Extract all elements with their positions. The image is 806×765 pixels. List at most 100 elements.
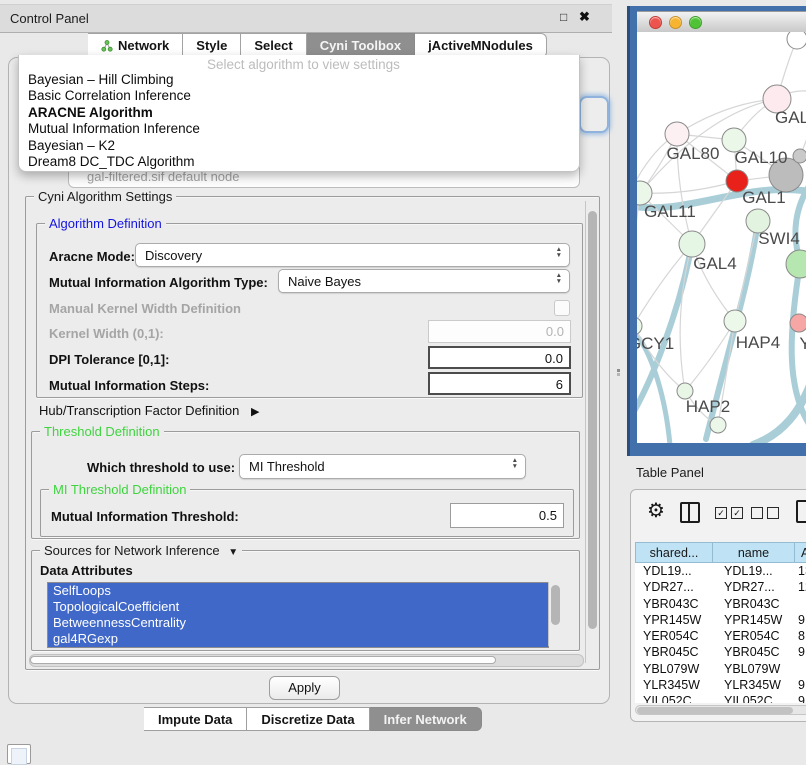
- network-node-hap4[interactable]: [724, 310, 746, 332]
- network-node-gcy1[interactable]: [637, 317, 642, 335]
- table-row[interactable]: YDL19... YDL19... 13: [635, 563, 806, 579]
- cell-value: 9.: [794, 693, 806, 703]
- manual-kernel-checkbox[interactable]: [554, 300, 570, 316]
- collapse-down-icon[interactable]: ▼: [228, 547, 238, 558]
- network-node-gal80[interactable]: [665, 122, 689, 146]
- cyni-bottom-tab[interactable]: Infer Network: [370, 707, 482, 731]
- network-node-label: Y: [799, 334, 806, 353]
- stepper-arrows-icon: ▲▼: [556, 273, 562, 285]
- network-node[interactable]: [787, 32, 806, 49]
- cyni-bottom-tab[interactable]: Impute Data: [144, 707, 247, 731]
- zoom-traffic-light-icon[interactable]: [689, 16, 702, 29]
- table-row[interactable]: YBR045C YBR045C 9.: [635, 644, 806, 660]
- table-row[interactable]: YBR043C YBR043C: [635, 596, 806, 612]
- tab-label: Network: [118, 38, 169, 53]
- cyni-settings-legend: Cyni Algorithm Settings: [34, 189, 176, 204]
- network-node[interactable]: [710, 417, 726, 433]
- network-window-titlebar[interactable]: [637, 11, 806, 34]
- data-attribute-item[interactable]: TopologicalCoefficient: [48, 599, 548, 615]
- column-header[interactable]: shared...: [635, 542, 712, 563]
- threshold-definition-legend: Threshold Definition: [40, 424, 164, 439]
- cell-name: YLR345W: [712, 677, 794, 693]
- algorithm-option[interactable]: ARACNE Algorithm: [19, 105, 579, 121]
- cell-shared-name: YBR043C: [635, 596, 712, 612]
- mi-threshold-field[interactable]: 0.5: [450, 503, 564, 528]
- algorithm-option[interactable]: Bayesian – K2: [19, 138, 579, 154]
- network-edge[interactable]: [735, 221, 758, 321]
- attributes-scrollbar[interactable]: [548, 582, 560, 646]
- cell-value: [794, 596, 806, 612]
- network-edge[interactable]: [637, 193, 640, 326]
- cell-name: YBL079W: [712, 661, 794, 677]
- mi-threshold-legend: MI Threshold Definition: [49, 482, 190, 497]
- gear-icon[interactable]: ⚙: [647, 498, 665, 523]
- table-row[interactable]: YDR27... YDR27... 12: [635, 579, 806, 595]
- table-row[interactable]: YER054C YER054C 8.: [635, 628, 806, 644]
- expand-right-icon[interactable]: ▶: [251, 406, 259, 418]
- focused-field-fragment[interactable]: [579, 96, 609, 133]
- close-icon[interactable]: ✖: [579, 9, 590, 25]
- mi-type-select[interactable]: Naive Bayes ▲▼: [278, 269, 570, 293]
- panel-splitter-grip[interactable]: [615, 367, 621, 377]
- network-node-label: GAL1: [742, 188, 785, 207]
- deselect-all-columns-icon[interactable]: [751, 507, 779, 519]
- cyni-bottom-tab[interactable]: Discretize Data: [247, 707, 369, 731]
- data-attribute-item[interactable]: SelfLoops: [48, 583, 548, 599]
- table-row[interactable]: YBL079W YBL079W: [635, 661, 806, 677]
- data-attribute-item[interactable]: BetweennessCentrality: [48, 615, 548, 631]
- aracne-mode-value: Discovery: [145, 248, 202, 263]
- cell-value: [794, 661, 806, 677]
- network-icon: [101, 40, 113, 52]
- cyni-bottom-tabbar: Impute Data Discretize Data Infer Networ…: [144, 707, 482, 731]
- aracne-mode-label: Aracne Mode:: [49, 249, 135, 264]
- minimize-traffic-light-icon[interactable]: [669, 16, 682, 29]
- bottom-left-panel-icon[interactable]: [7, 744, 31, 764]
- settings-hscrollbar[interactable]: [29, 654, 584, 667]
- network-node-label: GAL11: [644, 202, 696, 221]
- table-toolbar: ⚙ ✓✓: [631, 496, 806, 530]
- cell-shared-name: YER054C: [635, 628, 712, 644]
- close-traffic-light-icon[interactable]: [649, 16, 662, 29]
- float-window-icon[interactable]: □: [560, 10, 567, 24]
- mi-type-value: Naive Bayes: [288, 274, 361, 289]
- column-header[interactable]: A: [794, 542, 806, 563]
- aracne-mode-select[interactable]: Discovery ▲▼: [135, 243, 570, 267]
- sources-legend[interactable]: Sources for Network Inference ▼: [40, 543, 242, 558]
- algorithm-placeholder: Select algorithm to view settings: [207, 57, 400, 72]
- kernel-width-field[interactable]: 0.0: [428, 320, 571, 343]
- algorithm-option[interactable]: Basic Correlation Inference: [19, 88, 579, 104]
- table-row[interactable]: YPR145W YPR145W 9.: [635, 612, 806, 628]
- cyni-algorithm-settings-group: Cyni Algorithm Settings Algorithm Defini…: [25, 196, 600, 670]
- algorithm-option[interactable]: Dream8 DC_TDC Algorithm: [19, 154, 579, 170]
- data-attributes-label: Data Attributes: [40, 563, 133, 578]
- data-attribute-item[interactable]: gal4RGexp: [48, 631, 548, 647]
- cell-name: YER054C: [712, 628, 794, 644]
- algorithm-option[interactable]: Bayesian – Hill Climbing: [19, 72, 579, 88]
- table-row[interactable]: YIL052C YIL052C 9.: [635, 693, 806, 703]
- network-edge[interactable]: [640, 181, 737, 193]
- export-table-icon[interactable]: [796, 500, 806, 523]
- column-header[interactable]: name: [712, 542, 794, 563]
- which-threshold-select[interactable]: MI Threshold ▲▼: [239, 454, 526, 479]
- network-node-label: HAP2: [686, 397, 730, 416]
- hub-definition-toggle[interactable]: Hub/Transcription Factor Definition ▶: [39, 403, 259, 418]
- algorithm-option[interactable]: Mutual Information Inference: [19, 121, 579, 137]
- settings-vscrollbar[interactable]: [585, 201, 598, 663]
- tab-label: Style: [196, 38, 227, 53]
- cell-shared-name: YLR345W: [635, 677, 712, 693]
- select-all-columns-icon[interactable]: ✓✓: [715, 507, 743, 519]
- network-node-y[interactable]: [790, 314, 806, 332]
- columns-icon[interactable]: [680, 502, 700, 523]
- table-row[interactable]: YLR345W YLR345W 9.: [635, 677, 806, 693]
- network-node[interactable]: [786, 250, 806, 278]
- network-edge[interactable]: [677, 99, 777, 134]
- network-graph[interactable]: GALGAL80GAL10GAL1GAL11SWI4GAL4GCY1HAP4YH…: [637, 32, 806, 443]
- apply-button[interactable]: Apply: [269, 676, 340, 700]
- network-canvas[interactable]: GALGAL80GAL10GAL1GAL11SWI4GAL4GCY1HAP4YH…: [637, 32, 806, 443]
- cell-value: 9.: [794, 677, 806, 693]
- control-panel-title: Control Panel: [10, 11, 89, 26]
- dpi-tolerance-field[interactable]: 0.0: [428, 346, 571, 369]
- mi-steps-field[interactable]: 6: [428, 372, 571, 395]
- network-node[interactable]: [793, 149, 806, 163]
- table-hscrollbar[interactable]: [635, 705, 806, 715]
